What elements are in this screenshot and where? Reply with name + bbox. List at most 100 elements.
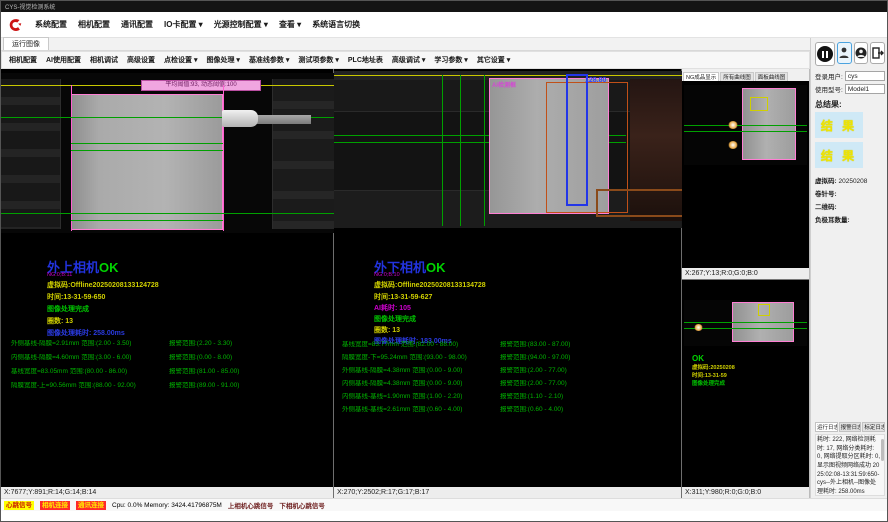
menu-light-config[interactable]: 光源控制配置 ▾ [214, 19, 268, 30]
qr-code-row: 二维码: [815, 201, 885, 211]
measure-line-vertical [460, 75, 461, 226]
switch-user-button[interactable] [837, 42, 852, 64]
edge-line-right [223, 85, 224, 231]
tool-image-processing[interactable]: 图像处理 ▾ [206, 55, 239, 65]
roi-yellow-box [758, 304, 770, 316]
center-turns: 圈数: 13 [374, 325, 400, 335]
log-text: 耗时: 222, 网络检测耗时: 17, 网络分类耗时: 0, 网络提取分区耗时… [817, 436, 880, 497]
content-area: 运行图像 相机配置 AI使用配置 相机调试 高级设置 点检设置 ▾ 图像处理 ▾… [1, 38, 810, 498]
app-window: CYS-视觉检测系统 系统配置 相机配置 通讯配置 IO卡配置 ▾ 光源控制配置… [0, 0, 888, 522]
measurement-row: 隔膜宽度-上=90.56mm 范围:(88.00 - 92.00) 报警范围:(… [11, 382, 239, 389]
virtual-code-row: 虚拟码: 20250208 [815, 175, 885, 185]
left-cursor-coords: X:7677;Y:891;R:14;G:14;B:14 [1, 487, 333, 498]
measurement-value: 隔膜宽度-下=95.24mm 范围:(93.00 - 98.00) [342, 354, 500, 361]
alarm-range: 报警范围:(2.00 - 77.00) [500, 367, 567, 374]
tab-run-image[interactable]: 运行图像 [3, 37, 49, 50]
result-badge-upper: 结 果 [815, 112, 863, 138]
measure-line-vertical [484, 75, 485, 226]
exit-button[interactable] [870, 42, 885, 64]
model-input[interactable]: Model1 [845, 84, 885, 94]
left-camera-status: OK [99, 260, 119, 275]
measurement-value: 外侧基线-基线=2.61mm 范围:(0.60 - 4.00) [342, 406, 500, 413]
menu-view[interactable]: 查看 ▾ [279, 19, 301, 30]
alarm-range: 报警范围:(0.60 - 4.00) [500, 406, 563, 413]
sidebar-buttons [815, 42, 885, 66]
left-camera-panel: 平均阈值:93, 动态阈值:100 外上相机OK NG: [1, 69, 334, 498]
center-done: 图像处理完成 [374, 314, 416, 324]
center-camera-subinfo: NG:0;B:10 [374, 272, 400, 278]
camera-connection-badge: 相机连接 [40, 501, 70, 510]
measure-line [684, 322, 807, 323]
threshold-label: 平均阈值:93, 动态阈值:100 [141, 80, 261, 91]
ng-camera-view[interactable] [684, 85, 807, 165]
exit-icon [872, 47, 884, 59]
alarm-range: 报警范围:(89.00 - 91.00) [169, 382, 239, 389]
tool-ai-usage-config[interactable]: AI使用配置 [46, 55, 81, 65]
tool-advanced-settings[interactable]: 高级设置 [127, 55, 155, 65]
aux-status: OK [692, 354, 735, 363]
measure-line [71, 150, 223, 151]
tool-learning-params[interactable]: 学习参数 ▾ [434, 55, 467, 65]
measurement-row: 内侧基线-隔膜=4.60mm 范围:(3.00 - 6.00) 报警范围:(0.… [11, 354, 232, 361]
alarm-range: 报警范围:(83.00 - 87.00) [500, 341, 570, 348]
left-camera-view[interactable]: 平均阈值:93, 动态阈值:100 [1, 73, 334, 233]
tabbar: 运行图像 [1, 38, 810, 51]
tab-run-log[interactable]: 运行日志 [815, 422, 838, 432]
tab-alarm-log[interactable]: 报警日志 [839, 422, 862, 432]
tab-all-curves[interactable]: 所有曲线图 [720, 72, 754, 81]
center-camera-status: OK [426, 260, 446, 275]
center-time: 时间:13-31-59-627 [374, 292, 432, 302]
user-icon [839, 47, 849, 59]
roi-brown-box [596, 189, 682, 217]
alarm-range: 报警范围:(2.00 - 77.00) [500, 380, 567, 387]
menu-camera-config[interactable]: 相机配置 [78, 19, 110, 30]
aux-camera-view[interactable] [684, 300, 807, 346]
measurement-value: 外侧基线-隔膜=4.38mm 范围:(0.00 - 9.00) [342, 367, 500, 374]
tool-other-settings[interactable]: 其它设置 ▾ [477, 55, 510, 65]
measurement-row: 基线宽度=83.05mm 范围:(80.00 - 86.00) 报警范围:(81… [11, 368, 239, 375]
tool-baseline-params[interactable]: 基准线参数 ▾ [249, 55, 289, 65]
model-field: 使用型号: Model1 [815, 84, 885, 94]
tool-spotcheck-settings[interactable]: 点检设置 ▾ [164, 55, 197, 65]
menubar: 系统配置 相机配置 通讯配置 IO卡配置 ▾ 光源控制配置 ▾ 查看 ▾ 系统语… [1, 12, 887, 38]
menu-io-config[interactable]: IO卡配置 ▾ [164, 19, 203, 30]
tool-camera-config[interactable]: 相机配置 [9, 55, 37, 65]
weld-highlight [694, 324, 703, 331]
menu-comm-config[interactable]: 通讯配置 [121, 19, 153, 30]
comm-connection-badge: 通讯连接 [76, 501, 106, 510]
tool-camera-debug[interactable]: 相机调试 [90, 55, 118, 65]
tool-plc-address-table[interactable]: PLC地址表 [348, 55, 383, 65]
operator-button[interactable] [854, 42, 869, 64]
right-camera-column: NG成品显示 所有曲线图 面板曲线图 X:267;Y:13;R [682, 69, 810, 498]
main-area: 平均阈值:93, 动态阈值:100 外上相机OK NG: [1, 69, 810, 498]
aux-cursor-coords: X:311;Y:980;R:0;G:0;B:0 [682, 487, 809, 498]
winding-pin-label: 卷针号: [815, 191, 837, 198]
login-user-input[interactable]: cys [845, 71, 885, 81]
center-camera-panel: AI检测框 128.80 外下相机OK NG:0;B:10 虚拟码:Offlin… [334, 69, 682, 498]
toolbar: 相机配置 AI使用配置 相机调试 高级设置 点检设置 ▾ 图像处理 ▾ 基准线参… [1, 51, 810, 69]
measurement-row: 外侧基线-基线=2.61mm 范围:(0.60 - 4.00) 报警范围:(0.… [342, 406, 563, 413]
tab-calibration-log[interactable]: 标定日志 [862, 422, 885, 432]
ai-detect-box-label: AI检测框 [492, 80, 516, 89]
roi-blue-value: 128.80 [585, 77, 606, 84]
measurement-row: 内侧基线-基线=1.90mm 范围:(1.00 - 2.20) 报警范围:(1.… [342, 393, 563, 400]
cell-panel-region [71, 94, 223, 230]
alarm-range: 报警范围:(1.10 - 2.10) [500, 393, 563, 400]
aux-overlay-text: OK 虚拟码:20250208 时间:13-31-59 图像处理完成 [692, 354, 735, 387]
tab-panel-curves[interactable]: 面板曲线图 [755, 72, 789, 81]
aux-camera-panel: OK 虚拟码:20250208 时间:13-31-59 图像处理完成 X:311… [682, 280, 809, 498]
menu-language-switch[interactable]: 系统语言切换 [312, 19, 360, 30]
ng-panel-tabs: NG成品显示 所有曲线图 面板曲线图 [682, 69, 809, 81]
menu-system-config[interactable]: 系统配置 [35, 19, 67, 30]
tool-test-item-params[interactable]: 测试项参数 ▾ [298, 55, 338, 65]
left-time: 时间:13-31-59-650 [47, 292, 105, 302]
center-ai-elapsed: AI耗时: 105 [374, 303, 411, 313]
aux-barcode: 虚拟码:20250208 [692, 363, 735, 371]
tab-ng-display[interactable]: NG成品显示 [683, 72, 719, 81]
pause-button[interactable] [815, 42, 835, 66]
measurement-row: 基线宽度=83.77mm 范围:(82.00 - 88.00) 报警范围:(83… [342, 341, 570, 348]
center-camera-view[interactable]: AI检测框 128.80 [334, 71, 682, 228]
tool-advanced-debug[interactable]: 高级调试 ▾ [392, 55, 425, 65]
measurement-value: 内侧基线-隔膜=4.60mm 范围:(3.00 - 6.00) [11, 354, 169, 361]
log-scrollbar[interactable] [881, 439, 884, 461]
